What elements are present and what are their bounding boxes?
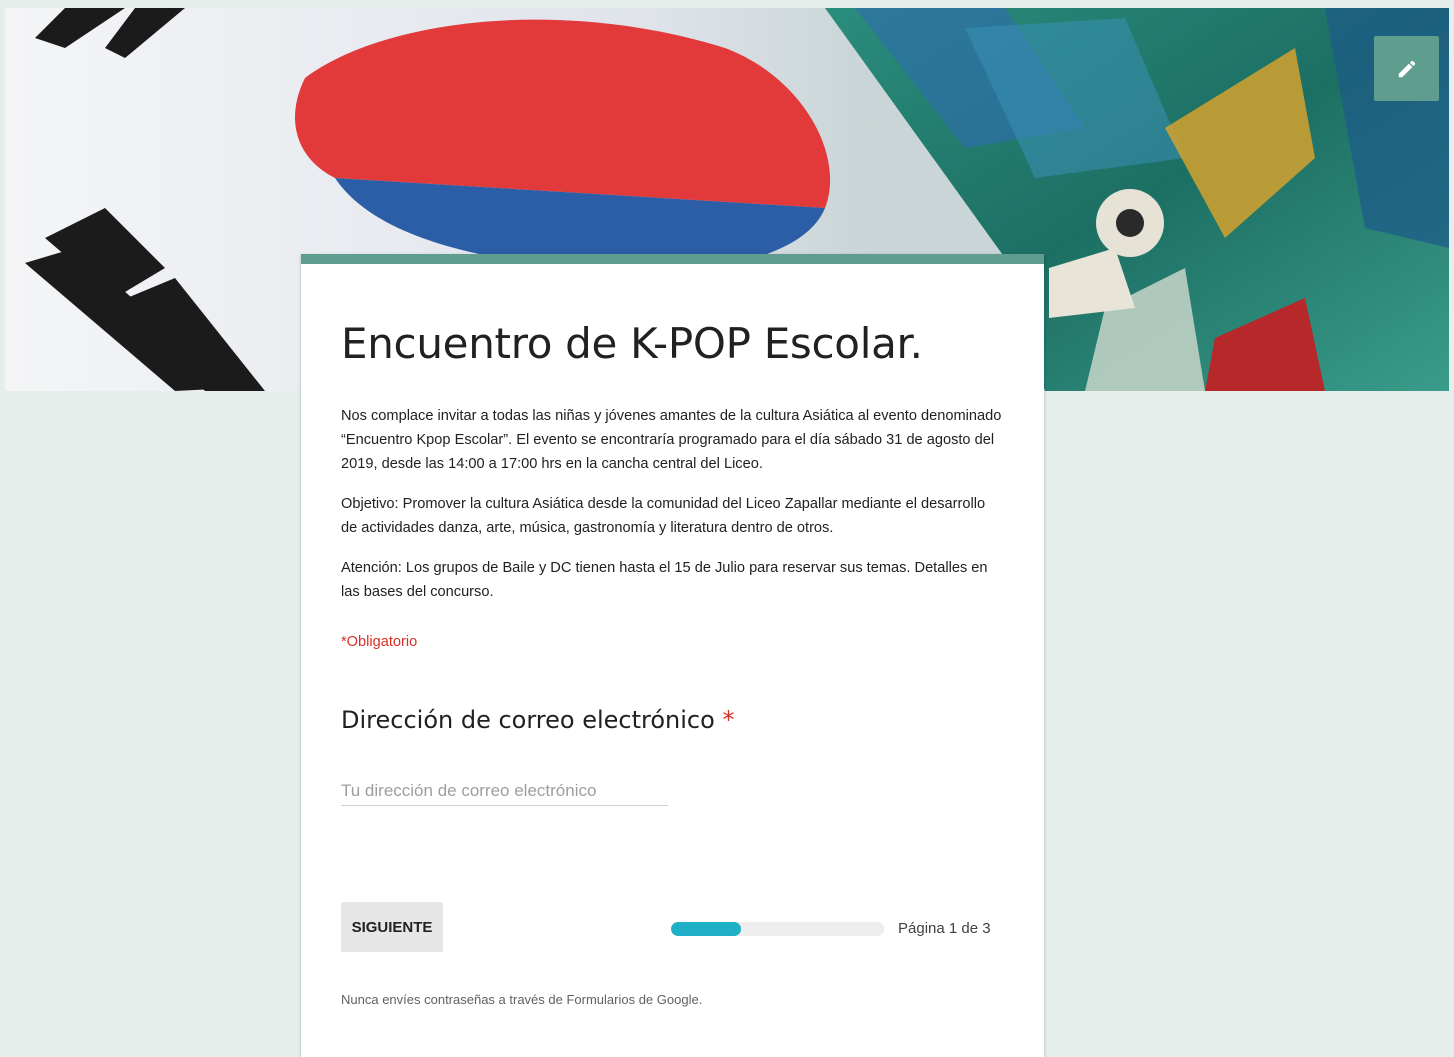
form-card: Encuentro de K-POP Escolar. Nos complace… (301, 254, 1044, 1057)
description-paragraph: Atención: Los grupos de Baile y DC tiene… (341, 560, 988, 600)
progress-fill (671, 922, 742, 936)
next-button[interactable]: SIGUIENTE (341, 902, 443, 952)
required-note: *Obligatorio (341, 634, 418, 650)
form-navigation: SIGUIENTE Página 1 de 3 (341, 902, 1001, 952)
page-indicator: Página 1 de 3 (898, 920, 991, 937)
question-label: Dirección de correo electrónico (341, 706, 715, 734)
edit-button[interactable] (1374, 36, 1439, 101)
email-field[interactable] (341, 776, 668, 806)
question-title: Dirección de correo electrónico * (341, 706, 1004, 734)
pencil-icon (1398, 60, 1415, 77)
progress-bar (671, 922, 884, 936)
description-paragraph: Nos complace invitar a todas las niñas y… (341, 408, 1002, 472)
form-description: Nos complace invitar a todas las niñas y… (341, 404, 1004, 604)
form-title: Encuentro de K-POP Escolar. (341, 319, 923, 368)
required-asterisk: * (722, 706, 735, 734)
password-disclaimer: Nunca envíes contraseñas a través de For… (341, 992, 703, 1007)
description-paragraph: Objetivo: Promover la cultura Asiática d… (341, 496, 986, 536)
